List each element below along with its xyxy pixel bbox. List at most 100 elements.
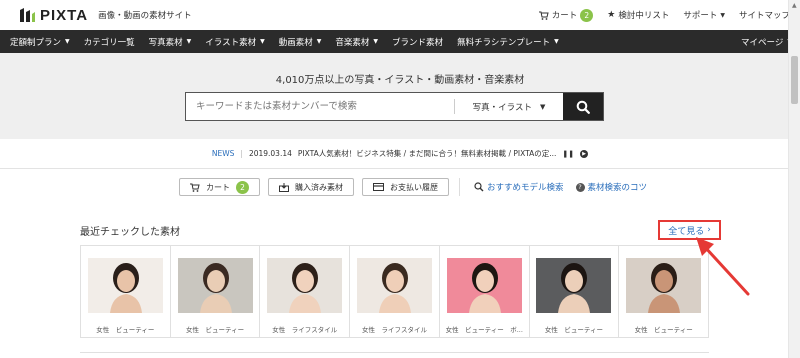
chevron-down-icon: ▼ <box>554 38 559 45</box>
nav-item-flyer[interactable]: 無料チラシテンプレート ▼ <box>457 36 559 48</box>
model-search-link[interactable]: おすすめモデル検索 <box>474 181 564 193</box>
nav-item-label: カテゴリ一覧 <box>83 37 135 48</box>
search-headline: 4,010万点以上の写真・イラスト・動画素材・音楽素材 <box>275 75 525 86</box>
sitemap-label: サイトマップ <box>738 11 790 21</box>
chevron-down-icon: ▼ <box>720 11 725 19</box>
chevron-down-icon: ▼ <box>65 38 70 45</box>
chevron-down-icon: ▼ <box>260 38 265 45</box>
scrollbar-thumb[interactable] <box>791 56 798 104</box>
recent-item-tags: 女性 ビューティー <box>186 326 245 334</box>
star-icon: ★ <box>607 10 616 20</box>
section-divider <box>80 352 709 353</box>
nav-item-label: 音楽素材 <box>335 37 370 48</box>
recent-item-tags: 女性 ビューティー <box>634 326 693 334</box>
quick-links-divider <box>459 178 460 196</box>
download-box-icon <box>279 182 289 192</box>
tagline: 画像・動画の素材サイト <box>98 11 192 21</box>
recent-item-tags: 女性 ビューティー ボ... <box>445 326 523 334</box>
recent-item-image[interactable] <box>446 258 522 313</box>
recent-item-image[interactable] <box>87 258 163 313</box>
header-links: カート 2 ★ 検討中リスト サポート ▼ サイトマップ <box>538 8 790 22</box>
recent-item[interactable]: 女性 ビューティー <box>81 246 171 337</box>
news-date: 2019.03.14 <box>248 149 292 158</box>
recent-item[interactable]: 女性 ビューティー ボ... <box>440 246 530 337</box>
recent-section-title: 最近チェックした素材 <box>80 227 180 238</box>
nav-item-label: 無料チラシテンプレート <box>457 37 551 48</box>
recent-thumbnails: 女性 ビューティー 女性 ビューティー 女性 ライフスタイル 女性 ライフスタイル 女性… <box>80 245 709 338</box>
nav-item-video[interactable]: 動画素材 ▼ <box>279 36 322 48</box>
scroll-up-icon[interactable]: ▲ <box>792 2 797 9</box>
purchased-items-label: 購入済み素材 <box>295 182 343 192</box>
nav-item-label: ブランド素材 <box>392 37 444 48</box>
nav-item-mypage[interactable]: マイページ▼ <box>741 36 792 48</box>
question-circle-icon: ? <box>575 182 585 192</box>
credit-card-icon <box>373 183 384 191</box>
nav-item-photo[interactable]: 写真素材 ▼ <box>149 36 192 48</box>
quick-cart-button[interactable]: カート 2 <box>179 178 260 196</box>
cart-icon <box>538 11 549 20</box>
recent-item-tags: 女性 ビューティー <box>544 326 604 334</box>
wishlist-label: 検討中リスト <box>618 11 670 21</box>
search-tips-link[interactable]: ? 素材検索のコツ <box>575 181 647 193</box>
recent-item-image[interactable] <box>177 258 253 313</box>
search-area: 4,010万点以上の写真・イラスト・動画素材・音楽素材 写真・イラスト ▼ <box>0 53 800 139</box>
payment-history-label: お支払い履歴 <box>390 182 438 192</box>
logo-text: PIXTA <box>40 6 89 24</box>
main-nav: 定額制プラン ▼ カテゴリ一覧 写真素材 ▼ イラスト素材 ▼ 動画素材 ▼ 音楽素材 ▼… <box>0 30 800 53</box>
chevron-down-icon: ▼ <box>186 38 192 45</box>
news-separator: | <box>240 149 243 158</box>
nav-item-category[interactable]: カテゴリ一覧 <box>84 36 135 48</box>
recent-item-image[interactable] <box>357 258 433 313</box>
nav-item-plan[interactable]: 定額制プラン ▼ <box>10 36 70 48</box>
chevron-down-icon: ▼ <box>316 38 322 45</box>
search-input[interactable] <box>186 93 454 120</box>
page: PIXTA 画像・動画の素材サイト カート 2 ★ 検討中リスト サポート ▼ … <box>0 0 800 358</box>
pixta-logo[interactable]: PIXTA <box>18 6 88 24</box>
recent-item[interactable]: 女性 ライフスタイル <box>260 246 351 337</box>
news-label[interactable]: NEWS <box>212 149 235 158</box>
search-bar: 写真・イラスト ▼ <box>185 92 604 121</box>
search-category-select[interactable]: 写真・イラスト ▼ <box>455 93 563 120</box>
nav-item-label: 写真素材 <box>148 37 183 48</box>
quick-links: カート 2 購入済み素材 お支払い履歴 おすすめモデル検索 ? 素材検索のコツ <box>179 178 647 196</box>
header-cart-link[interactable]: カート 2 <box>538 8 594 22</box>
support-link[interactable]: サポート ▼ <box>683 9 725 21</box>
recent-item-tags: 女性 ライフスタイル <box>272 326 338 334</box>
page-scrollbar[interactable]: ▲ <box>788 0 800 358</box>
news-pause-icon[interactable]: ❚❚ <box>562 150 574 158</box>
sitemap-link[interactable]: サイトマップ <box>739 9 790 21</box>
annotation-arrow-icon <box>696 237 750 296</box>
recent-item-image[interactable] <box>536 258 612 313</box>
payment-history-button[interactable]: お支払い履歴 <box>362 178 449 196</box>
nav-item-label: 定額制プラン <box>10 37 62 48</box>
search-category-label: 写真・イラスト <box>472 102 532 113</box>
news-bar: NEWS | 2019.03.14 PIXTA人気素材！ビジネス特集 / まだ間… <box>0 139 800 169</box>
recent-item[interactable]: 女性 ライフスタイル <box>350 246 440 337</box>
model-search-label: おすすめモデル検索 <box>487 183 564 193</box>
recent-item[interactable]: 女性 ビューティー <box>171 246 261 337</box>
news-next-icon[interactable]: ▶ <box>580 149 589 158</box>
chevron-down-icon: ▼ <box>373 38 379 45</box>
purchased-items-button[interactable]: 購入済み素材 <box>268 178 354 196</box>
recent-item-image[interactable] <box>267 258 343 313</box>
mypage-label: マイページ <box>741 37 784 48</box>
recent-item[interactable]: 女性 ビューティー <box>530 246 620 337</box>
quick-cart-count-badge: 2 <box>236 180 249 194</box>
cart-label: カート <box>551 11 578 21</box>
pixta-logo-icon <box>20 8 35 22</box>
search-button[interactable] <box>563 93 603 120</box>
nav-item-illustration[interactable]: イラスト素材 ▼ <box>205 36 264 48</box>
nav-item-label: 動画素材 <box>278 37 313 48</box>
nav-item-music[interactable]: 音楽素材 ▼ <box>335 36 378 48</box>
search-icon <box>474 182 484 192</box>
recent-item-tags: 女性 ビューティー <box>96 326 155 334</box>
cart-count-badge: 2 <box>580 8 594 22</box>
nav-item-brand[interactable]: ブランド素材 <box>392 36 443 48</box>
news-text[interactable]: PIXTA人気素材！ビジネス特集 / まだ間に合う！無料素材掲載 / PIXTA… <box>298 148 556 159</box>
cart-icon <box>190 183 200 192</box>
wishlist-link[interactable]: ★ 検討中リスト <box>607 9 669 21</box>
search-icon <box>576 100 590 114</box>
recent-item-tags: 女性 ライフスタイル <box>362 326 428 334</box>
top-header: PIXTA 画像・動画の素材サイト カート 2 ★ 検討中リスト サポート ▼ … <box>0 0 800 30</box>
nav-item-label: イラスト素材 <box>205 37 257 48</box>
